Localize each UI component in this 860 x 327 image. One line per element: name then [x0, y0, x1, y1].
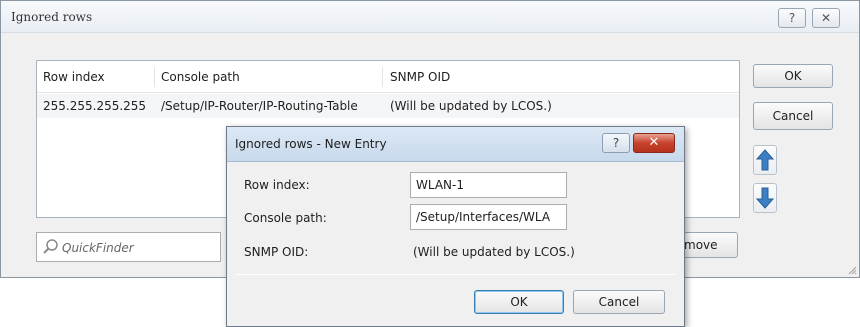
table-row[interactable]: 255.255.255.255 /Setup/IP-Router/IP-Rout… [37, 94, 739, 118]
cancel-button[interactable]: Cancel [753, 102, 833, 130]
cell-console-path: /Setup/IP-Router/IP-Routing-Table [161, 99, 358, 113]
dialog-title: Ignored rows - New Entry [235, 137, 387, 151]
move-up-button[interactable] [753, 145, 777, 175]
cell-snmp-oid: (Will be updated by LCOS.) [390, 99, 552, 113]
snmp-oid-value: (Will be updated by LCOS.) [413, 245, 575, 259]
dialog-help-button[interactable]: ? [602, 133, 630, 153]
arrow-up-icon [755, 149, 775, 171]
dialog-titlebar: Ignored rows - New Entry ? ✕ [227, 127, 684, 162]
arrow-down-icon [755, 187, 775, 209]
row-index-input[interactable]: WLAN-1 [410, 172, 567, 198]
ok-button[interactable]: OK [753, 64, 833, 88]
help-button[interactable]: ? [778, 8, 806, 28]
close-icon: ✕ [820, 11, 832, 25]
column-header-console-path[interactable]: Console path [161, 70, 240, 84]
dialog-close-button[interactable]: ✕ [633, 133, 675, 153]
window-title: Ignored rows [11, 10, 93, 24]
dialog-ok-button[interactable]: OK [474, 290, 564, 314]
dialog-cancel-button[interactable]: Cancel [573, 290, 665, 314]
close-icon: ✕ [648, 135, 660, 150]
dialog-divider [235, 274, 676, 275]
window-titlebar: Ignored rows ? ✕ [1, 1, 859, 33]
cell-row-index: 255.255.255.255 [43, 99, 147, 113]
resize-grip-icon[interactable] [847, 265, 857, 275]
new-entry-dialog: Ignored rows - New Entry ? ✕ Row index: … [226, 126, 685, 327]
quickfinder-placeholder: QuickFinder [62, 241, 134, 255]
window-close-button[interactable]: ✕ [812, 8, 840, 28]
console-path-label: Console path: [244, 211, 327, 225]
column-divider[interactable] [382, 67, 383, 87]
help-icon: ? [788, 11, 796, 25]
help-icon: ? [612, 136, 620, 150]
row-index-label: Row index: [244, 178, 310, 192]
snmp-oid-label: SNMP OID: [244, 245, 309, 259]
search-icon [43, 239, 58, 254]
quickfinder-input[interactable]: QuickFinder [36, 232, 221, 262]
column-header-row-index[interactable]: Row index [43, 70, 105, 84]
console-path-input[interactable]: /Setup/Interfaces/WLA [410, 204, 567, 230]
column-header-snmp-oid[interactable]: SNMP OID [390, 70, 450, 84]
move-down-button[interactable] [753, 183, 777, 213]
table-header: Row index Console path SNMP OID [37, 61, 739, 93]
column-divider[interactable] [154, 67, 155, 87]
